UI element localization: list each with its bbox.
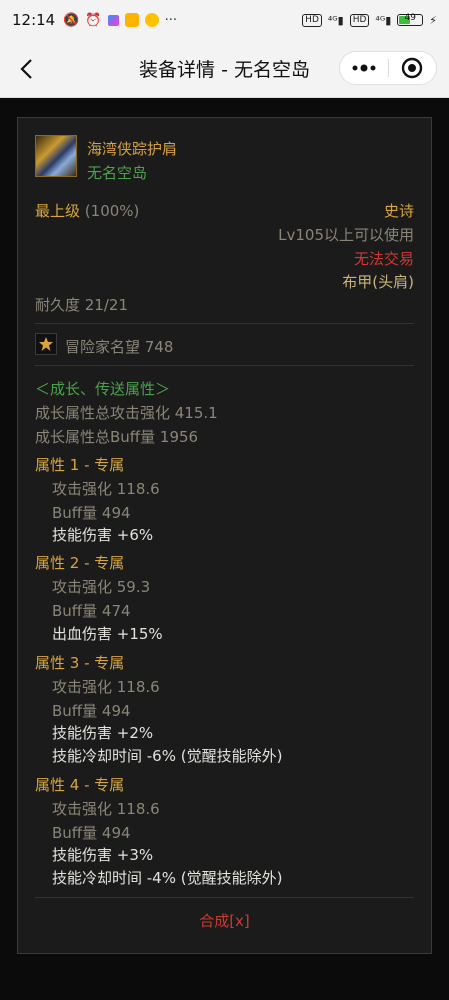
- miniprogram-capsule: [339, 51, 437, 85]
- battery-level: 49: [404, 13, 416, 23]
- item-name: 海湾侠踪护肩: [87, 140, 178, 158]
- play-icon: [107, 14, 119, 26]
- notification-icons: 🔕 ⏰ ···: [63, 13, 177, 28]
- attribute-effect: 技能冷却时间 -4% (觉醒技能除外): [52, 869, 283, 887]
- adventurer-fame: 冒险家名望 748: [65, 338, 174, 356]
- attribute-buff: Buff量 474: [52, 602, 131, 620]
- charging-icon: ⚡: [429, 13, 437, 27]
- attribute-buff: Buff量 494: [52, 702, 131, 720]
- target-close-icon: [402, 57, 423, 79]
- more-notifications-icon: ···: [164, 12, 178, 28]
- growth-total-attack: 成长属性总攻击强化 415.1: [35, 404, 218, 422]
- divider: [35, 897, 414, 898]
- attribute-title: 属性 3 - 专属: [35, 654, 125, 672]
- level-requirement: Lv105以上可以使用: [278, 226, 414, 244]
- attribute-title: 属性 4 - 专属: [35, 776, 125, 794]
- more-icon: [352, 64, 376, 72]
- attribute-effect: 出血伤害 +15%: [52, 625, 163, 643]
- rarity: 史诗: [383, 202, 414, 220]
- browser-icon: [144, 13, 159, 27]
- hd-icon: HD: [302, 13, 322, 27]
- divider: [35, 365, 414, 366]
- close-button[interactable]: [388, 52, 436, 84]
- status-time: 12:14: [12, 11, 56, 29]
- trade-status: 无法交易: [353, 250, 414, 268]
- hd-icon-2: HD: [349, 13, 370, 27]
- status-bar: 12:14 🔕 ⏰ ··· HD ⁴ᴳ▮ HD ⁴ᴳ▮ 49 ⚡: [0, 0, 449, 40]
- attribute-effect: 技能伤害 +3%: [52, 846, 154, 864]
- fame-icon: [35, 333, 57, 355]
- system-icons: HD ⁴ᴳ▮ HD ⁴ᴳ▮ 49 ⚡: [302, 13, 437, 27]
- item-source: 无名空岛: [87, 164, 148, 182]
- durability: 耐久度 21/21: [35, 296, 128, 314]
- attribute-attack: 攻击强化 118.6: [52, 800, 160, 818]
- attribute-effect: 技能伤害 +2%: [52, 724, 154, 742]
- page-title: 装备详情 - 无名空岛: [139, 59, 310, 81]
- equipment-card: 海湾侠踪护肩 无名空岛 最上级 (100%) 史诗 Lv105以上可以使用 无法…: [17, 117, 432, 954]
- attribute-attack: 攻击强化 59.3: [52, 578, 151, 596]
- shoulder-armor-icon: [35, 135, 77, 177]
- attribute-buff: Buff量 494: [52, 824, 131, 842]
- mail-icon: [124, 13, 139, 27]
- attribute-buff: Buff量 494: [52, 504, 131, 522]
- attribute-effect: 技能冷却时间 -6% (觉醒技能除外): [52, 747, 283, 765]
- item-type: 布甲(头肩): [342, 273, 414, 291]
- compose-link[interactable]: 合成[x]: [35, 910, 414, 931]
- attribute-attack: 攻击强化 118.6: [52, 480, 160, 498]
- signal-icon: ⁴ᴳ▮: [327, 13, 344, 27]
- growth-total-buff: 成长属性总Buff量 1956: [35, 428, 199, 446]
- more-button[interactable]: [340, 52, 388, 84]
- chevron-left-icon: [20, 59, 32, 79]
- mute-icon: 🔕: [63, 12, 80, 28]
- alarm-icon: ⏰: [85, 12, 102, 28]
- attribute-attack: 攻击强化 118.6: [52, 678, 160, 696]
- back-button[interactable]: [10, 53, 42, 85]
- signal-icon-2: ⁴ᴳ▮: [375, 13, 392, 27]
- growth-header: ＜成长、传送属性＞: [35, 380, 171, 398]
- attribute-title: 属性 1 - 专属: [35, 456, 125, 474]
- attribute-title: 属性 2 - 专属: [35, 554, 125, 572]
- attribute-effect: 技能伤害 +6%: [52, 526, 154, 544]
- battery-icon: 49: [397, 13, 424, 26]
- nav-bar: 装备详情 - 无名空岛: [0, 40, 449, 98]
- divider: [35, 323, 414, 324]
